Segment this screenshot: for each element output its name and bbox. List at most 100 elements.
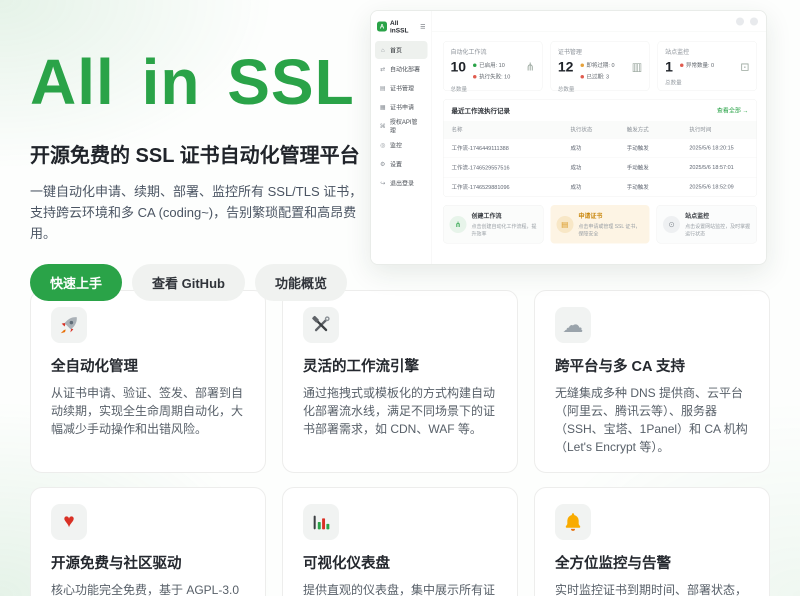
stat-value: 12 xyxy=(558,60,574,81)
table-row[interactable]: 工作流-1746529557516 成功 手动触发 2025/5/6 18:57… xyxy=(444,158,757,178)
stat-legend: 已启用: 10 xyxy=(473,61,510,69)
bell-icon xyxy=(555,504,591,540)
cell-time: 2025/5/6 18:57:01 xyxy=(681,158,756,178)
orange-dot-icon xyxy=(580,63,584,67)
app-main: 自动化工作流 10 已启用: 10 执行失败: 10 总数量 ⋔ xyxy=(432,11,767,265)
cell-trigger: 手动触发 xyxy=(619,158,682,178)
menu-collapse-icon[interactable]: ☰ xyxy=(420,23,425,30)
theme-toggle-icon[interactable] xyxy=(736,17,744,25)
sidebar-item-label: 证书申请 xyxy=(390,103,414,112)
sidebar-item-label: 自动化部署 xyxy=(390,65,420,74)
action-desc: 点击创建自动化工作流程，提升效率 xyxy=(472,222,537,237)
sidebar-item-api-auth[interactable]: ⌘ 授权API管理 xyxy=(375,117,428,135)
sidebar-item-auto-deploy[interactable]: ⇄ 自动化部署 xyxy=(375,60,428,78)
workflow-icon: ⇄ xyxy=(380,66,387,73)
monitor-screen-icon: ⊡ xyxy=(740,61,749,74)
red-dot-icon xyxy=(580,75,584,79)
sidebar-item-label: 退出登录 xyxy=(390,179,414,188)
action-title: 站点监控 xyxy=(685,212,750,221)
cell-name: 工作流-1746449111388 xyxy=(444,138,563,158)
gear-icon: ⚙ xyxy=(380,161,387,168)
app-logo-icon: A xyxy=(377,22,387,32)
feature-desc: 实时监控证书到期时间、部署状态，支持多种通知渠道（Webhook、邮件等），确保… xyxy=(555,581,749,596)
action-desc: 点击设置网站监控，及时掌握运行状态 xyxy=(685,222,750,237)
feature-card-automation: 全自动化管理 从证书申请、验证、签发、部署到自动续期，实现全生命周期自动化，大幅… xyxy=(30,290,266,473)
heart-icon: ♥ xyxy=(51,504,87,540)
feature-title: 全方位监控与告警 xyxy=(555,552,749,573)
feature-title: 可视化仪表盘 xyxy=(303,552,497,573)
chart-icon xyxy=(303,504,339,540)
view-github-button[interactable]: 查看 GitHub xyxy=(132,264,245,301)
view-all-link[interactable]: 查看全部 → xyxy=(717,106,749,115)
monitor-icon: ◎ xyxy=(380,142,387,149)
site-monitor-card[interactable]: ⊙ 站点监控 点击设置网站监控，及时掌握运行状态 xyxy=(657,205,757,244)
cell-name: 工作流-1746529881096 xyxy=(444,177,563,196)
feature-desc: 通过拖拽式或模板化的方式构建自动化部署流水线，满足不同场景下的证书部署需求，如 … xyxy=(303,384,497,438)
app-topbar xyxy=(432,11,767,32)
sidebar-item-settings[interactable]: ⚙ 设置 xyxy=(375,155,428,173)
hero-section: All in SSL 开源免费的 SSL 证书自动化管理平台 一键自动化申请、续… xyxy=(0,0,800,272)
stat-legend: 即将过期: 0 xyxy=(580,61,614,69)
hero-subtitle: 开源免费的 SSL 证书自动化管理平台 xyxy=(30,139,370,168)
feature-card-monitoring-alerts: 全方位监控与告警 实时监控证书到期时间、部署状态，支持多种通知渠道（Webhoo… xyxy=(534,487,770,596)
sidebar-item-label: 监控 xyxy=(390,141,402,150)
stat-title: 自动化工作流 xyxy=(451,48,535,57)
get-started-button[interactable]: 快速上手 xyxy=(30,264,122,301)
stat-total-label: 总数量 xyxy=(451,85,535,93)
dashboard-screenshot: A All inSSL ☰ ⌂ 首页 ⇄ 自动化部署 ▤ 证书管理 xyxy=(370,10,767,265)
hero-description: 一键自动化申请、续期、部署、监控所有 SSL/TLS 证书，支持跨云环境和多 C… xyxy=(30,181,368,244)
certificate-icon: ▤ xyxy=(556,216,573,233)
dashboard-app: A All inSSL ☰ ⌂ 首页 ⇄ 自动化部署 ▤ 证书管理 xyxy=(371,11,767,265)
cell-trigger: 手动触发 xyxy=(619,177,682,196)
feature-title: 全自动化管理 xyxy=(51,355,245,376)
feature-title: 灵活的工作流引擎 xyxy=(303,355,497,376)
api-key-icon: ⌘ xyxy=(380,123,386,130)
sidebar-item-monitor[interactable]: ◎ 监控 xyxy=(375,136,428,154)
feature-card-dashboard: 可视化仪表盘 提供直观的仪表盘，集中展示所有证书状态、工作流执行情况和监控预警，… xyxy=(282,487,518,596)
sidebar-item-label: 授权API管理 xyxy=(390,118,423,135)
features-grid: 全自动化管理 从证书申请、验证、签发、部署到自动续期，实现全生命周期自动化，大幅… xyxy=(0,272,800,596)
sidebar-item-home[interactable]: ⌂ 首页 xyxy=(375,41,428,59)
col-name: 名称 xyxy=(444,121,563,138)
feature-desc: 提供直观的仪表盘，集中展示所有证书状态、工作流执行情况和监控预警，管理状况一目了… xyxy=(303,581,497,596)
action-title: 申请证书 xyxy=(578,212,643,221)
sidebar-item-cert-management[interactable]: ▤ 证书管理 xyxy=(375,79,428,97)
cell-name: 工作流-1746529557516 xyxy=(444,158,563,178)
tools-icon xyxy=(303,307,339,343)
logout-icon: ↪ xyxy=(380,180,387,187)
cell-time: 2025/5/6 18:52:09 xyxy=(681,177,756,196)
table-header-row: 名称 执行状态 触发方式 执行时间 xyxy=(444,121,757,138)
col-time: 执行时间 xyxy=(681,121,756,138)
stat-card-certificates: 证书管理 12 即将过期: 0 已过期: 3 总数量 ▥ xyxy=(550,41,649,91)
hero-buttons: 快速上手 查看 GitHub 功能概览 xyxy=(30,264,370,301)
feature-desc: 无缝集成多种 DNS 提供商、云平台（阿里云、腾讯云等）、服务器（SSH、宝塔、… xyxy=(555,384,749,456)
hero-text-block: All in SSL 开源免费的 SSL 证书自动化管理平台 一键自动化申请、续… xyxy=(30,50,370,301)
certificate-card-icon: ▥ xyxy=(632,61,642,74)
stat-total-label: 总数量 xyxy=(558,85,642,93)
action-desc: 点击申请或管理 SSL 证书，保障安全 xyxy=(578,222,643,237)
sidebar-item-cert-apply[interactable]: ▦ 证书申请 xyxy=(375,98,428,116)
feature-card-workflow-engine: 灵活的工作流引擎 通过拖拽式或模板化的方式构建自动化部署流水线，满足不同场景下的… xyxy=(282,290,518,473)
cell-time: 2025/5/6 18:20:15 xyxy=(681,138,756,158)
user-avatar[interactable] xyxy=(750,17,758,25)
col-status: 执行状态 xyxy=(562,121,618,138)
feature-desc: 从证书申请、验证、签发、部署到自动续期，实现全生命周期自动化，大幅减少手动操作和… xyxy=(51,384,245,438)
sidebar-item-logout[interactable]: ↪ 退出登录 xyxy=(375,174,428,192)
apply-certificate-card[interactable]: ▤ 申请证书 点击申请或管理 SSL 证书，保障安全 xyxy=(550,205,649,244)
app-logo: A All inSSL ☰ xyxy=(375,16,428,41)
create-workflow-card[interactable]: ⋔ 创建工作流 点击创建自动化工作流程，提升效率 xyxy=(443,205,543,244)
stat-card-workflows: 自动化工作流 10 已启用: 10 执行失败: 10 总数量 ⋔ xyxy=(443,41,542,91)
stat-value: 10 xyxy=(451,60,467,81)
stat-value: 1 xyxy=(665,60,673,74)
landing-page: All in SSL 开源免费的 SSL 证书自动化管理平台 一键自动化申请、续… xyxy=(0,0,800,596)
table-row[interactable]: 工作流-1746449111388 成功 手动触发 2025/5/6 18:20… xyxy=(444,138,757,158)
action-title: 创建工作流 xyxy=(472,212,537,221)
table-row[interactable]: 工作流-1746529881096 成功 手动触发 2025/5/6 18:52… xyxy=(444,177,757,196)
feature-overview-button[interactable]: 功能概览 xyxy=(255,264,347,301)
certificate-icon: ▤ xyxy=(380,85,387,92)
col-trigger: 触发方式 xyxy=(619,121,682,138)
home-icon: ⌂ xyxy=(380,47,387,54)
stat-card-monitors: 站点监控 1 异常数量: 0 总数量 ⊡ xyxy=(658,41,757,91)
cell-status: 成功 xyxy=(562,177,618,196)
workflow-fork-icon: ⋔ xyxy=(526,61,535,74)
